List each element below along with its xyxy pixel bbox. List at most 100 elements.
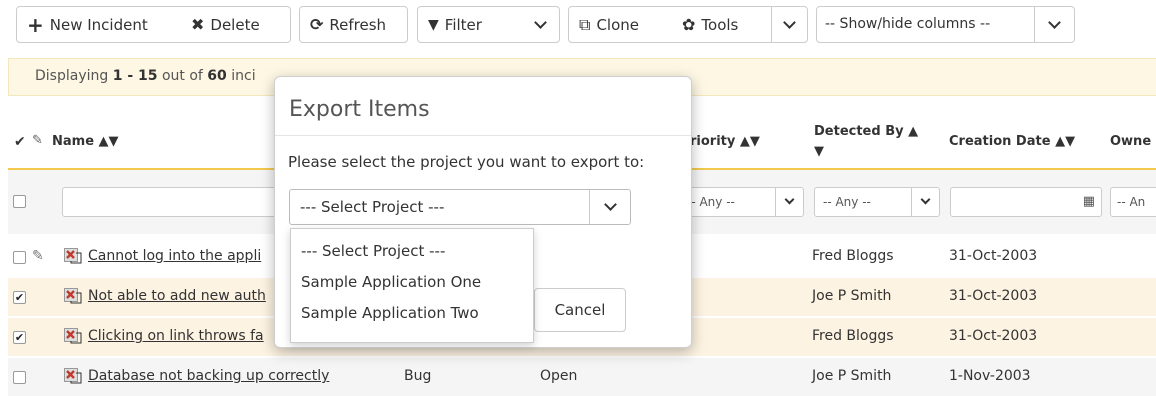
- incident-type-icon: [64, 248, 82, 264]
- incident-name-link[interactable]: Cannot log into the appli: [88, 248, 261, 264]
- creation-date-column-header[interactable]: Creation Date ▲▼: [949, 134, 1075, 149]
- incident-name-link[interactable]: Database not backing up correctly: [88, 368, 329, 384]
- priority-filter-arrow: [775, 188, 803, 216]
- project-option[interactable]: --- Select Project ---: [301, 242, 445, 260]
- refresh-icon: ⟳: [310, 14, 324, 34]
- info-range: 1 - 15: [112, 68, 158, 84]
- owner-column-header[interactable]: Owne: [1110, 134, 1151, 149]
- chevron-down-icon: [603, 198, 617, 211]
- attachment-icon: ✎: [32, 248, 44, 264]
- plus-icon: +: [27, 12, 44, 37]
- sort-asc-icon[interactable]: ▲: [908, 124, 918, 139]
- sort-asc-icon[interactable]: ▲: [1055, 134, 1065, 149]
- attachment-header-icon: ✎: [32, 133, 43, 148]
- delete-label: Delete: [210, 15, 260, 34]
- detected-by-cell: Fred Bloggs: [812, 248, 894, 264]
- name-header-label: Name: [52, 134, 95, 149]
- tools-button[interactable]: ✿ Tools: [672, 6, 772, 43]
- new-incident-button[interactable]: + New Incident: [16, 6, 182, 43]
- incident-name-link[interactable]: Not able to add new auth: [88, 288, 266, 304]
- chevron-down-icon: [533, 15, 547, 29]
- detected-by-cell: Fred Bloggs: [812, 328, 894, 344]
- name-filter-input[interactable]: [62, 187, 282, 217]
- info-mid: out of: [157, 68, 208, 84]
- owner-header-label: Owne: [1110, 134, 1152, 149]
- creation-date-cell: 31-Oct-2003: [949, 288, 1038, 304]
- table-row[interactable]: Database not backing up correctly Bug Op…: [8, 358, 1156, 396]
- creation-date-cell: 31-Oct-2003: [949, 328, 1038, 344]
- owner-filter-value: -- An: [1117, 195, 1146, 209]
- chevron-down-icon: [783, 15, 796, 29]
- export-items-dialog: Export Items Please select the project y…: [274, 76, 692, 348]
- cancel-button[interactable]: Cancel: [534, 288, 626, 332]
- tools-dropdown-button[interactable]: [771, 6, 808, 43]
- incident-type-cell: Bug: [404, 368, 432, 384]
- priority-filter-select[interactable]: -- Any --: [678, 187, 804, 217]
- info-prefix: Displaying: [35, 68, 113, 84]
- filter-row-checkbox[interactable]: [13, 195, 26, 208]
- incident-name-link[interactable]: Clicking on link throws fa: [88, 328, 264, 344]
- row-checkbox[interactable]: ✔: [13, 331, 26, 344]
- tools-label: Tools: [701, 15, 739, 34]
- clone-button[interactable]: ⧉ Clone: [568, 6, 673, 43]
- creation-date-cell: 31-Oct-2003: [949, 248, 1038, 264]
- sort-desc-icon[interactable]: ▼: [1065, 134, 1075, 149]
- info-suffix: inci: [226, 68, 256, 84]
- project-option[interactable]: Sample Application Two: [301, 304, 479, 322]
- incident-type-icon: [64, 288, 82, 304]
- owner-filter-select[interactable]: -- An: [1110, 187, 1156, 217]
- detected-by-header-label: Detected By: [814, 124, 904, 139]
- project-select-value: --- Select Project ---: [300, 198, 445, 216]
- filter-button[interactable]: ▼ Filter: [417, 6, 522, 43]
- creation-date-cell: 1-Nov-2003: [949, 368, 1031, 384]
- detected-by-filter-arrow: [911, 188, 939, 216]
- priority-header-label: riority: [690, 134, 736, 149]
- filter-label: Filter: [444, 15, 482, 34]
- creation-date-header-label: Creation Date: [949, 134, 1051, 149]
- sort-asc-icon[interactable]: ▲: [99, 134, 109, 149]
- filter-dropdown-button[interactable]: [521, 6, 560, 43]
- detected-by-filter-select[interactable]: -- Any --: [814, 187, 940, 217]
- project-select[interactable]: --- Select Project ---: [289, 189, 631, 225]
- columns-select[interactable]: -- Show/hide columns --: [816, 6, 1075, 43]
- filter-icon: ▼: [428, 16, 439, 33]
- sort-desc-icon[interactable]: ▼: [814, 144, 824, 159]
- detected-by-column-header[interactable]: Detected By ▲ ▼: [814, 122, 934, 162]
- dialog-divider: [275, 135, 691, 136]
- detected-by-filter-value: -- Any --: [823, 195, 871, 209]
- dialog-message: Please select the project you want to ex…: [288, 153, 645, 171]
- row-checkbox[interactable]: [13, 251, 26, 264]
- incident-status-cell: Open: [540, 368, 578, 384]
- copy-icon: ⧉: [579, 14, 591, 34]
- delete-button[interactable]: ✖ Delete: [181, 6, 291, 43]
- detected-by-cell: Joe P Smith: [812, 288, 892, 304]
- select-all-check-icon[interactable]: ✔: [14, 134, 26, 150]
- chevron-down-icon: [784, 194, 795, 205]
- chevron-down-icon: [1048, 15, 1061, 29]
- refresh-label: Refresh: [329, 15, 387, 34]
- priority-column-header[interactable]: riority ▲▼: [690, 134, 760, 149]
- sort-desc-icon[interactable]: ▼: [109, 134, 119, 149]
- clone-label: Clone: [596, 15, 639, 34]
- info-total: 60: [207, 68, 227, 84]
- dialog-title: Export Items: [289, 97, 430, 122]
- detected-by-cell: Joe P Smith: [812, 368, 892, 384]
- sort-desc-icon[interactable]: ▼: [750, 134, 760, 149]
- priority-filter-value: -- Any --: [687, 195, 735, 209]
- sort-asc-icon[interactable]: ▲: [740, 134, 750, 149]
- creation-date-filter-input[interactable]: ▦: [950, 187, 1102, 217]
- chevron-down-icon: [920, 194, 931, 205]
- columns-select-arrow: [1034, 7, 1074, 42]
- row-checkbox[interactable]: ✔: [13, 291, 26, 304]
- project-option[interactable]: Sample Application One: [301, 273, 481, 291]
- incident-type-icon: [64, 368, 82, 384]
- name-column-header[interactable]: Name ▲▼: [52, 134, 119, 149]
- calendar-icon[interactable]: ▦: [1083, 194, 1095, 209]
- incident-type-icon: [64, 328, 82, 344]
- row-checkbox[interactable]: [13, 371, 26, 384]
- x-icon: ✖: [191, 14, 205, 34]
- project-select-arrow[interactable]: [589, 190, 630, 224]
- new-incident-label: New Incident: [49, 15, 148, 34]
- refresh-button[interactable]: ⟳ Refresh: [299, 6, 408, 43]
- project-dropdown-list: --- Select Project --- Sample Applicatio…: [290, 228, 534, 343]
